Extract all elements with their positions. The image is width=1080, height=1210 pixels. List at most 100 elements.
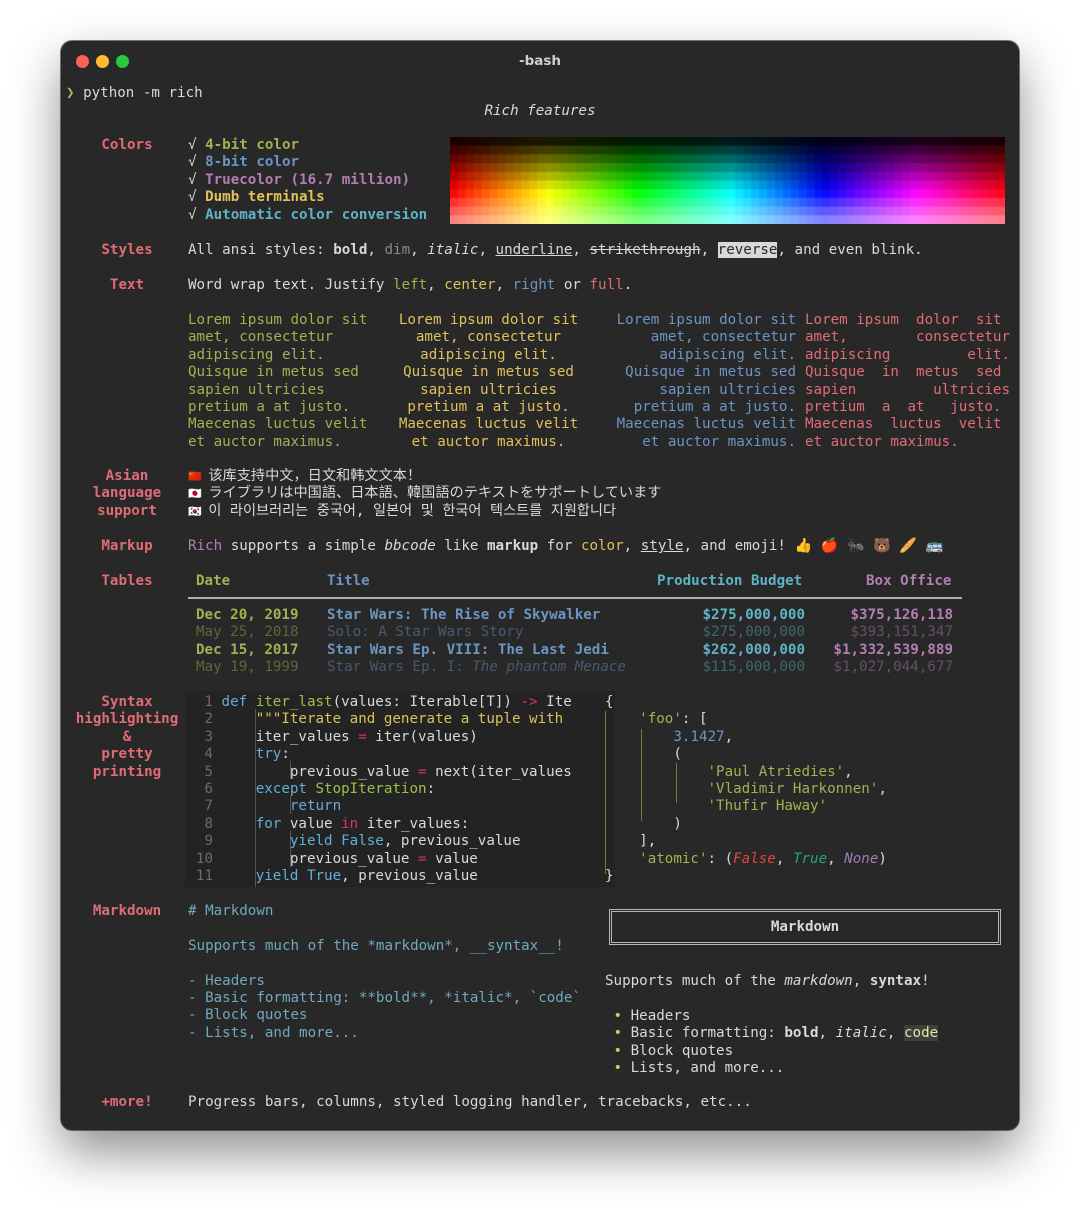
code-token: -> [520, 694, 538, 710]
prompt-chevron-icon: ❯ [66, 85, 75, 101]
justify-center: center [444, 277, 496, 293]
table-header-budget[interactable]: Production Budget [657, 573, 802, 589]
md-bold: bold [784, 1025, 819, 1042]
color-feature-item: √ Truecolor (16.7 million) [188, 172, 427, 189]
pretty-line: 3.1427, [605, 729, 887, 746]
code-line: 8 for value in iter_values: [191, 816, 572, 833]
table-cell-title: Star Wars Ep. VIII: The Last Jedi [327, 641, 609, 658]
code-token: , previous_value [341, 868, 478, 885]
code-token: previous_value [289, 763, 418, 780]
paragraph-full: Lorem ipsum dolor sit amet, consectetur ad… [805, 312, 1010, 451]
table-cell-title: Star Wars Ep. I: The phantom Menace [327, 659, 626, 676]
table-header-box-office[interactable]: Box Office [866, 573, 951, 589]
markup-bold: markup [486, 538, 539, 554]
line-number: 3 [204, 728, 213, 745]
code-token: def [221, 694, 256, 710]
paragraph-line: pretium a at justo. [633, 399, 796, 416]
paragraph-line: adipiscing elit. [805, 346, 1010, 363]
markdown-source-line: - Basic formatting: **bold**, *italic*, … [188, 990, 581, 1007]
paragraph-center: Lorem ipsum dolor sit amet, consectetur ad… [397, 312, 580, 451]
section-label-asian: Asian language support [75, 468, 179, 520]
paragraph-line: et auctor maximus. [188, 433, 342, 450]
sep: , [478, 242, 496, 258]
section-label-syntax: Syntax highlighting & pretty printing [69, 694, 185, 781]
sep: , [495, 277, 513, 293]
style-underline: underline [495, 242, 573, 258]
label-line: language [92, 485, 162, 502]
code-token: try [255, 746, 282, 763]
paragraph-line: et auctor maximus. [411, 433, 566, 450]
table-cell-box-office: $1,332,539,889 [833, 641, 953, 658]
label-line: highlighting [75, 711, 179, 728]
markup-text: , [623, 538, 641, 554]
code-line: 5 previous_value = next(iter_values [191, 764, 572, 781]
sep: , [427, 277, 445, 293]
paragraph-line: Lorem ipsum dolor sit [398, 312, 579, 328]
markup-text: like [435, 538, 487, 554]
pretty-token: None [844, 850, 879, 867]
color-feature-item: √ 4-bit color [188, 137, 427, 154]
code-token: = [358, 728, 367, 745]
asian-text: 该库支持中文，日文和韩文文本！ [208, 468, 422, 484]
paragraph-line: Lorem ipsum dolor sit [805, 312, 1002, 328]
pretty-token: ( [673, 746, 682, 763]
md-text: , [852, 973, 870, 989]
code-line: 2 """Iterate and generate a tuple with [191, 711, 572, 728]
colors-list: √ 4-bit color √ 8-bit color √ Truecolor (1… [188, 137, 427, 224]
table-cell-budget: $115,000,000 [702, 659, 806, 676]
pretty-line: 'Vladimir Harkonnen', [605, 781, 887, 798]
section-label-more: +more! [101, 1094, 153, 1110]
check-icon: √ [188, 171, 206, 188]
table-cell-date: May 19, 1999 [196, 659, 299, 676]
style-italic: italic [427, 242, 479, 258]
code-token: next(iter_values [426, 763, 572, 780]
paragraph-line: Lorem ipsum dolor sit [188, 312, 368, 328]
table-header-date[interactable]: Date [196, 573, 230, 589]
paragraph-line: sapien ultricies [805, 381, 1010, 398]
paragraph-line: et auctor maximus. [642, 433, 796, 450]
paragraph-line: Maecenas luctus velit [805, 416, 1002, 433]
line-number: 11 [195, 868, 213, 885]
table-cell-title: Star Wars: The Rise of Skywalker [327, 607, 601, 623]
styles-prefix: All ansi styles: [188, 242, 334, 258]
color-feature-text: 4-bit color [205, 137, 300, 153]
pretty-token: True [792, 850, 828, 867]
bullet-icon: • [605, 1007, 631, 1024]
md-item-text: Lists, and more... [630, 1060, 785, 1077]
pretty-token: { [605, 694, 614, 710]
pretty-line: { [605, 694, 887, 711]
code-line: 4 try: [191, 746, 572, 763]
color-feature-text: Truecolor (16.7 million) [205, 171, 411, 188]
paragraph-line: sapien ultricies [420, 381, 557, 398]
table-header-title[interactable]: Title [327, 573, 370, 589]
color-feature-text: Automatic color conversion [205, 206, 428, 223]
md-bold: syntax [869, 973, 922, 989]
asian-line: 🇯🇵 ライブラリは中国語、日本語、韓国語のテキストをサポートしています [188, 485, 661, 502]
paragraph-line: sapien ultricies [659, 381, 796, 398]
justify-left: left [393, 277, 428, 293]
paragraph-line: amet, consectetur [188, 329, 334, 346]
paragraph-line: sapien ultricies [188, 381, 325, 398]
paragraph-line: adipiscing elit. [659, 346, 796, 363]
asian-text: ライブラリは中国語、日本語、韓国語のテキストをサポートしています [208, 485, 662, 502]
code-token: iter(values) [366, 728, 478, 745]
code-token: in [341, 815, 359, 832]
pretty-line: ], [605, 833, 887, 850]
markup-rich: Rich [188, 538, 223, 554]
code-token: iter_values: [358, 815, 470, 832]
markdown-list-item: • Block quotes [605, 1043, 938, 1060]
pretty-line: 'Thufir Haway' [605, 798, 887, 815]
md-text: ! [921, 973, 930, 989]
title-text: Star Wars Ep. I: [327, 659, 473, 676]
paragraph-line: amet, consectetur [650, 329, 796, 346]
